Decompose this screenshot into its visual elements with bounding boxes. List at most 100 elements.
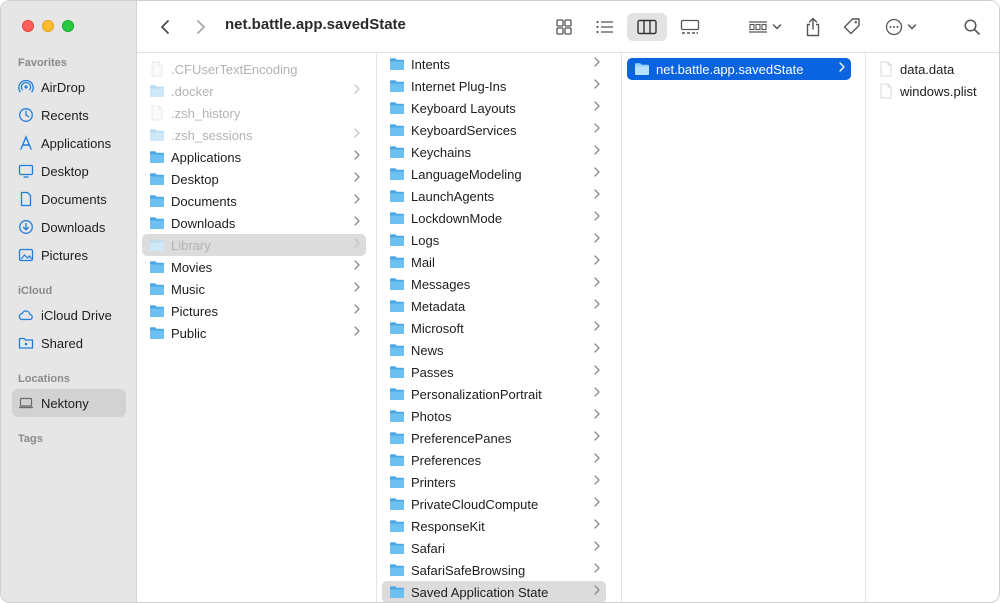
list-item[interactable]: LockdownMode (382, 207, 606, 229)
list-item[interactable]: Music (142, 278, 366, 300)
folder-icon (389, 496, 405, 512)
list-item[interactable]: Photos (382, 405, 606, 427)
sidebar-item-desktop[interactable]: Desktop (12, 157, 126, 185)
folder-icon (149, 171, 165, 187)
list-item[interactable]: News (382, 339, 606, 361)
minimize-window-button[interactable] (42, 20, 54, 32)
item-label: windows.plist (900, 83, 977, 99)
list-item[interactable]: net.battle.app.savedState (627, 58, 851, 80)
list-item[interactable]: PersonalizationPortrait (382, 383, 606, 405)
list-item[interactable]: PreferencePanes (382, 427, 606, 449)
forward-button[interactable] (191, 13, 211, 41)
list-item[interactable]: SafariSafeBrowsing (382, 559, 606, 581)
list-item[interactable]: .zsh_history (142, 102, 366, 124)
chevron-right-icon (594, 563, 600, 576)
list-item[interactable]: Downloads (142, 212, 366, 234)
list-view-button[interactable] (589, 13, 621, 41)
list-item[interactable]: Library (142, 234, 366, 256)
list-item[interactable]: Printers (382, 471, 606, 493)
list-item[interactable]: data.data (871, 58, 995, 80)
list-item[interactable]: Desktop (142, 168, 366, 190)
list-item[interactable]: Public (142, 322, 366, 344)
sidebar-item-shared[interactable]: Shared (12, 329, 126, 357)
chevron-right-icon (594, 431, 600, 444)
column-view-button[interactable] (627, 13, 667, 41)
share-icon (806, 17, 820, 37)
list-item[interactable]: Applications (142, 146, 366, 168)
tags-button[interactable] (839, 13, 865, 41)
back-button[interactable] (155, 13, 175, 41)
item-label: Movies (171, 259, 213, 275)
folder-icon (149, 325, 165, 341)
chevron-right-icon (594, 321, 600, 334)
item-label: ResponseKit (411, 518, 485, 534)
list-item[interactable]: Microsoft (382, 317, 606, 339)
list-item[interactable]: PrivateCloudCompute (382, 493, 606, 515)
chevron-left-icon (161, 20, 169, 34)
list-item[interactable]: Pictures (142, 300, 366, 322)
search-button[interactable] (959, 13, 985, 41)
list-item[interactable]: ResponseKit (382, 515, 606, 537)
chevron-right-icon (594, 343, 600, 356)
list-item[interactable]: LanguageModeling (382, 163, 606, 185)
item-label: Internet Plug-Ins (411, 78, 507, 94)
item-label: Public (171, 325, 207, 341)
zoom-window-button[interactable] (62, 20, 74, 32)
sidebar-item-documents[interactable]: Documents (12, 185, 126, 213)
more-actions-button[interactable] (881, 13, 921, 41)
list-item[interactable]: Safari (382, 537, 606, 559)
sidebar-item-downloads[interactable]: Downloads (12, 213, 126, 241)
sidebar-section-icloud: iCloud (18, 285, 53, 297)
icon-view-button[interactable] (549, 13, 579, 41)
sidebar-item-icloud-drive[interactable]: iCloud Drive (12, 301, 126, 329)
list-item[interactable]: .CFUserTextEncoding (142, 58, 366, 80)
sidebar-item-applications[interactable]: Applications (12, 129, 126, 157)
sidebar-item-airdrop[interactable]: AirDrop (12, 73, 126, 101)
list-item[interactable]: Logs (382, 229, 606, 251)
list-item[interactable]: .docker (142, 80, 366, 102)
gallery-view-button[interactable] (673, 13, 707, 41)
sidebar-item-nektony[interactable]: Nektony (12, 389, 126, 417)
list-item[interactable]: Keychains (382, 141, 606, 163)
item-label: KeyboardServices (411, 122, 517, 138)
list-item[interactable]: Movies (142, 256, 366, 278)
sidebar-item-label: Nektony (41, 395, 89, 411)
folder-icon (389, 254, 405, 270)
list-item[interactable]: KeyboardServices (382, 119, 606, 141)
item-label: Microsoft (411, 320, 464, 336)
list-item[interactable]: Metadata (382, 295, 606, 317)
group-by-button[interactable] (743, 13, 787, 41)
share-button[interactable] (801, 13, 825, 41)
sidebar-item-pictures[interactable]: Pictures (12, 241, 126, 269)
close-window-button[interactable] (22, 20, 34, 32)
list-item[interactable]: Documents (142, 190, 366, 212)
list-item[interactable]: windows.plist (871, 80, 995, 102)
folder-icon (389, 188, 405, 204)
list-item[interactable]: Mail (382, 251, 606, 273)
list-item[interactable]: Internet Plug-Ins (382, 75, 606, 97)
chevron-down-icon (772, 24, 782, 30)
sidebar: Favorites AirDrop Recents Applications D… (1, 1, 137, 602)
list-item[interactable]: Preferences (382, 449, 606, 471)
chevron-right-icon (594, 167, 600, 180)
group-grid-icon (749, 21, 767, 33)
list-item[interactable]: .zsh_sessions (142, 124, 366, 146)
sidebar-item-recents[interactable]: Recents (12, 101, 126, 129)
item-label: Applications (171, 149, 242, 165)
list-item[interactable]: LaunchAgents (382, 185, 606, 207)
list-item[interactable]: Passes (382, 361, 606, 383)
sidebar-section-locations: Locations (18, 373, 70, 385)
list-item[interactable]: Keyboard Layouts (382, 97, 606, 119)
item-label: Metadata (411, 298, 466, 314)
chevron-right-icon (354, 84, 360, 97)
chevron-right-icon (594, 79, 600, 92)
chevron-right-icon (354, 172, 360, 185)
item-label: PreferencePanes (411, 430, 512, 446)
document-icon (18, 191, 34, 207)
column-library: Intents Internet Plug-Ins Keyboard Layouts… (377, 53, 622, 602)
list-item[interactable]: Saved Application State (382, 581, 606, 602)
ellipsis-circle-icon (885, 18, 903, 36)
list-item[interactable]: Messages (382, 273, 606, 295)
folder-icon (149, 149, 165, 165)
list-item[interactable]: Intents (382, 53, 606, 75)
